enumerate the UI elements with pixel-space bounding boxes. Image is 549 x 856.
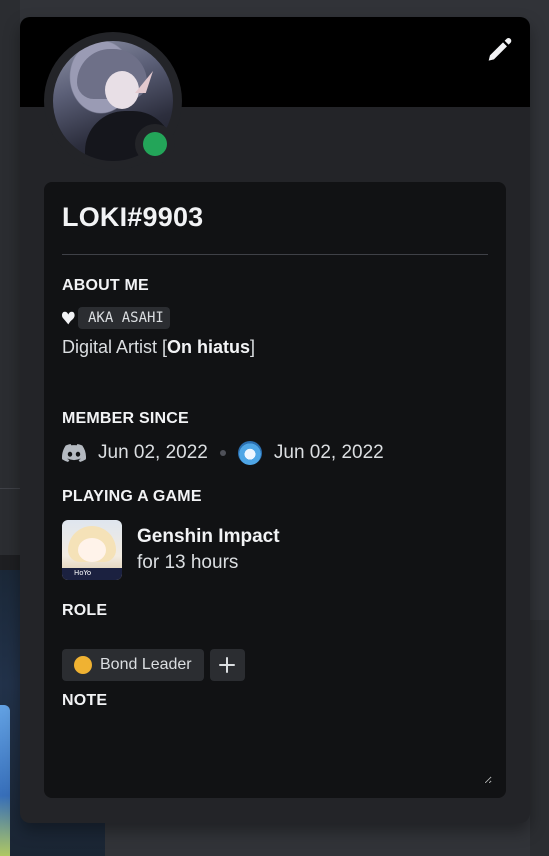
game-art-face [78, 538, 106, 562]
game-cover-image: HoYo [62, 520, 122, 580]
divider [62, 254, 488, 255]
separator-dot [219, 450, 226, 456]
game-duration: for 13 hours [137, 552, 239, 573]
note-input[interactable] [62, 730, 492, 784]
activity-title: PLAYING A GAME [62, 488, 202, 505]
status-indicator [135, 124, 175, 164]
game-name: Genshin Impact [137, 526, 280, 547]
role-list: Bond Leader [62, 649, 245, 681]
server-icon [237, 441, 262, 465]
background-right-strip [530, 620, 549, 856]
discord-join-date: Jun 02, 2022 [98, 442, 208, 463]
server-join-date: Jun 02, 2022 [273, 442, 384, 463]
member-since-title: MEMBER SINCE [62, 410, 189, 427]
role-title: ROLE [62, 602, 108, 619]
user-profile-popout: LOKI#9903 ABOUT ME AKA ASAHI Digital Art… [20, 17, 530, 823]
member-since-row: Jun 02, 2022 Jun 02, 2022 [62, 440, 384, 466]
add-role-button[interactable] [209, 649, 245, 681]
about-me-suffix: ] [250, 337, 256, 357]
pencil-icon [488, 38, 512, 61]
plus-icon [219, 657, 236, 673]
heart-icon [62, 311, 75, 325]
role-name: Bond Leader [100, 656, 192, 673]
online-status-icon [143, 132, 167, 156]
about-me-code-tag: AKA ASAHI [78, 307, 170, 329]
about-me-text: Digital Artist [On hiatus] [62, 337, 255, 358]
role-pill-bond-leader[interactable]: Bond Leader [62, 649, 204, 681]
discord-logo-icon [62, 444, 86, 462]
about-me-bold: On hiatus [167, 337, 251, 357]
edit-profile-button[interactable] [484, 35, 512, 63]
note-title: NOTE [62, 692, 108, 709]
avatar-wrapper[interactable] [44, 32, 182, 170]
about-me-title: ABOUT ME [62, 277, 149, 294]
game-art-band [62, 568, 122, 580]
username: LOKI#9903 [62, 202, 204, 232]
game-activity: HoYo Genshin Impact for 13 hours [62, 520, 280, 580]
background-divider [0, 488, 20, 489]
about-me-tag-line: AKA ASAHI [62, 307, 170, 329]
profile-info-card: LOKI#9903 ABOUT ME AKA ASAHI Digital Art… [44, 182, 506, 798]
game-art-label: HoYo [74, 569, 92, 577]
role-color-dot [74, 656, 92, 674]
about-me-prefix: Digital Artist [ [62, 337, 168, 357]
background-glow [0, 705, 10, 856]
game-info: Genshin Impact for 13 hours [137, 524, 280, 576]
avatar-face [105, 71, 139, 109]
